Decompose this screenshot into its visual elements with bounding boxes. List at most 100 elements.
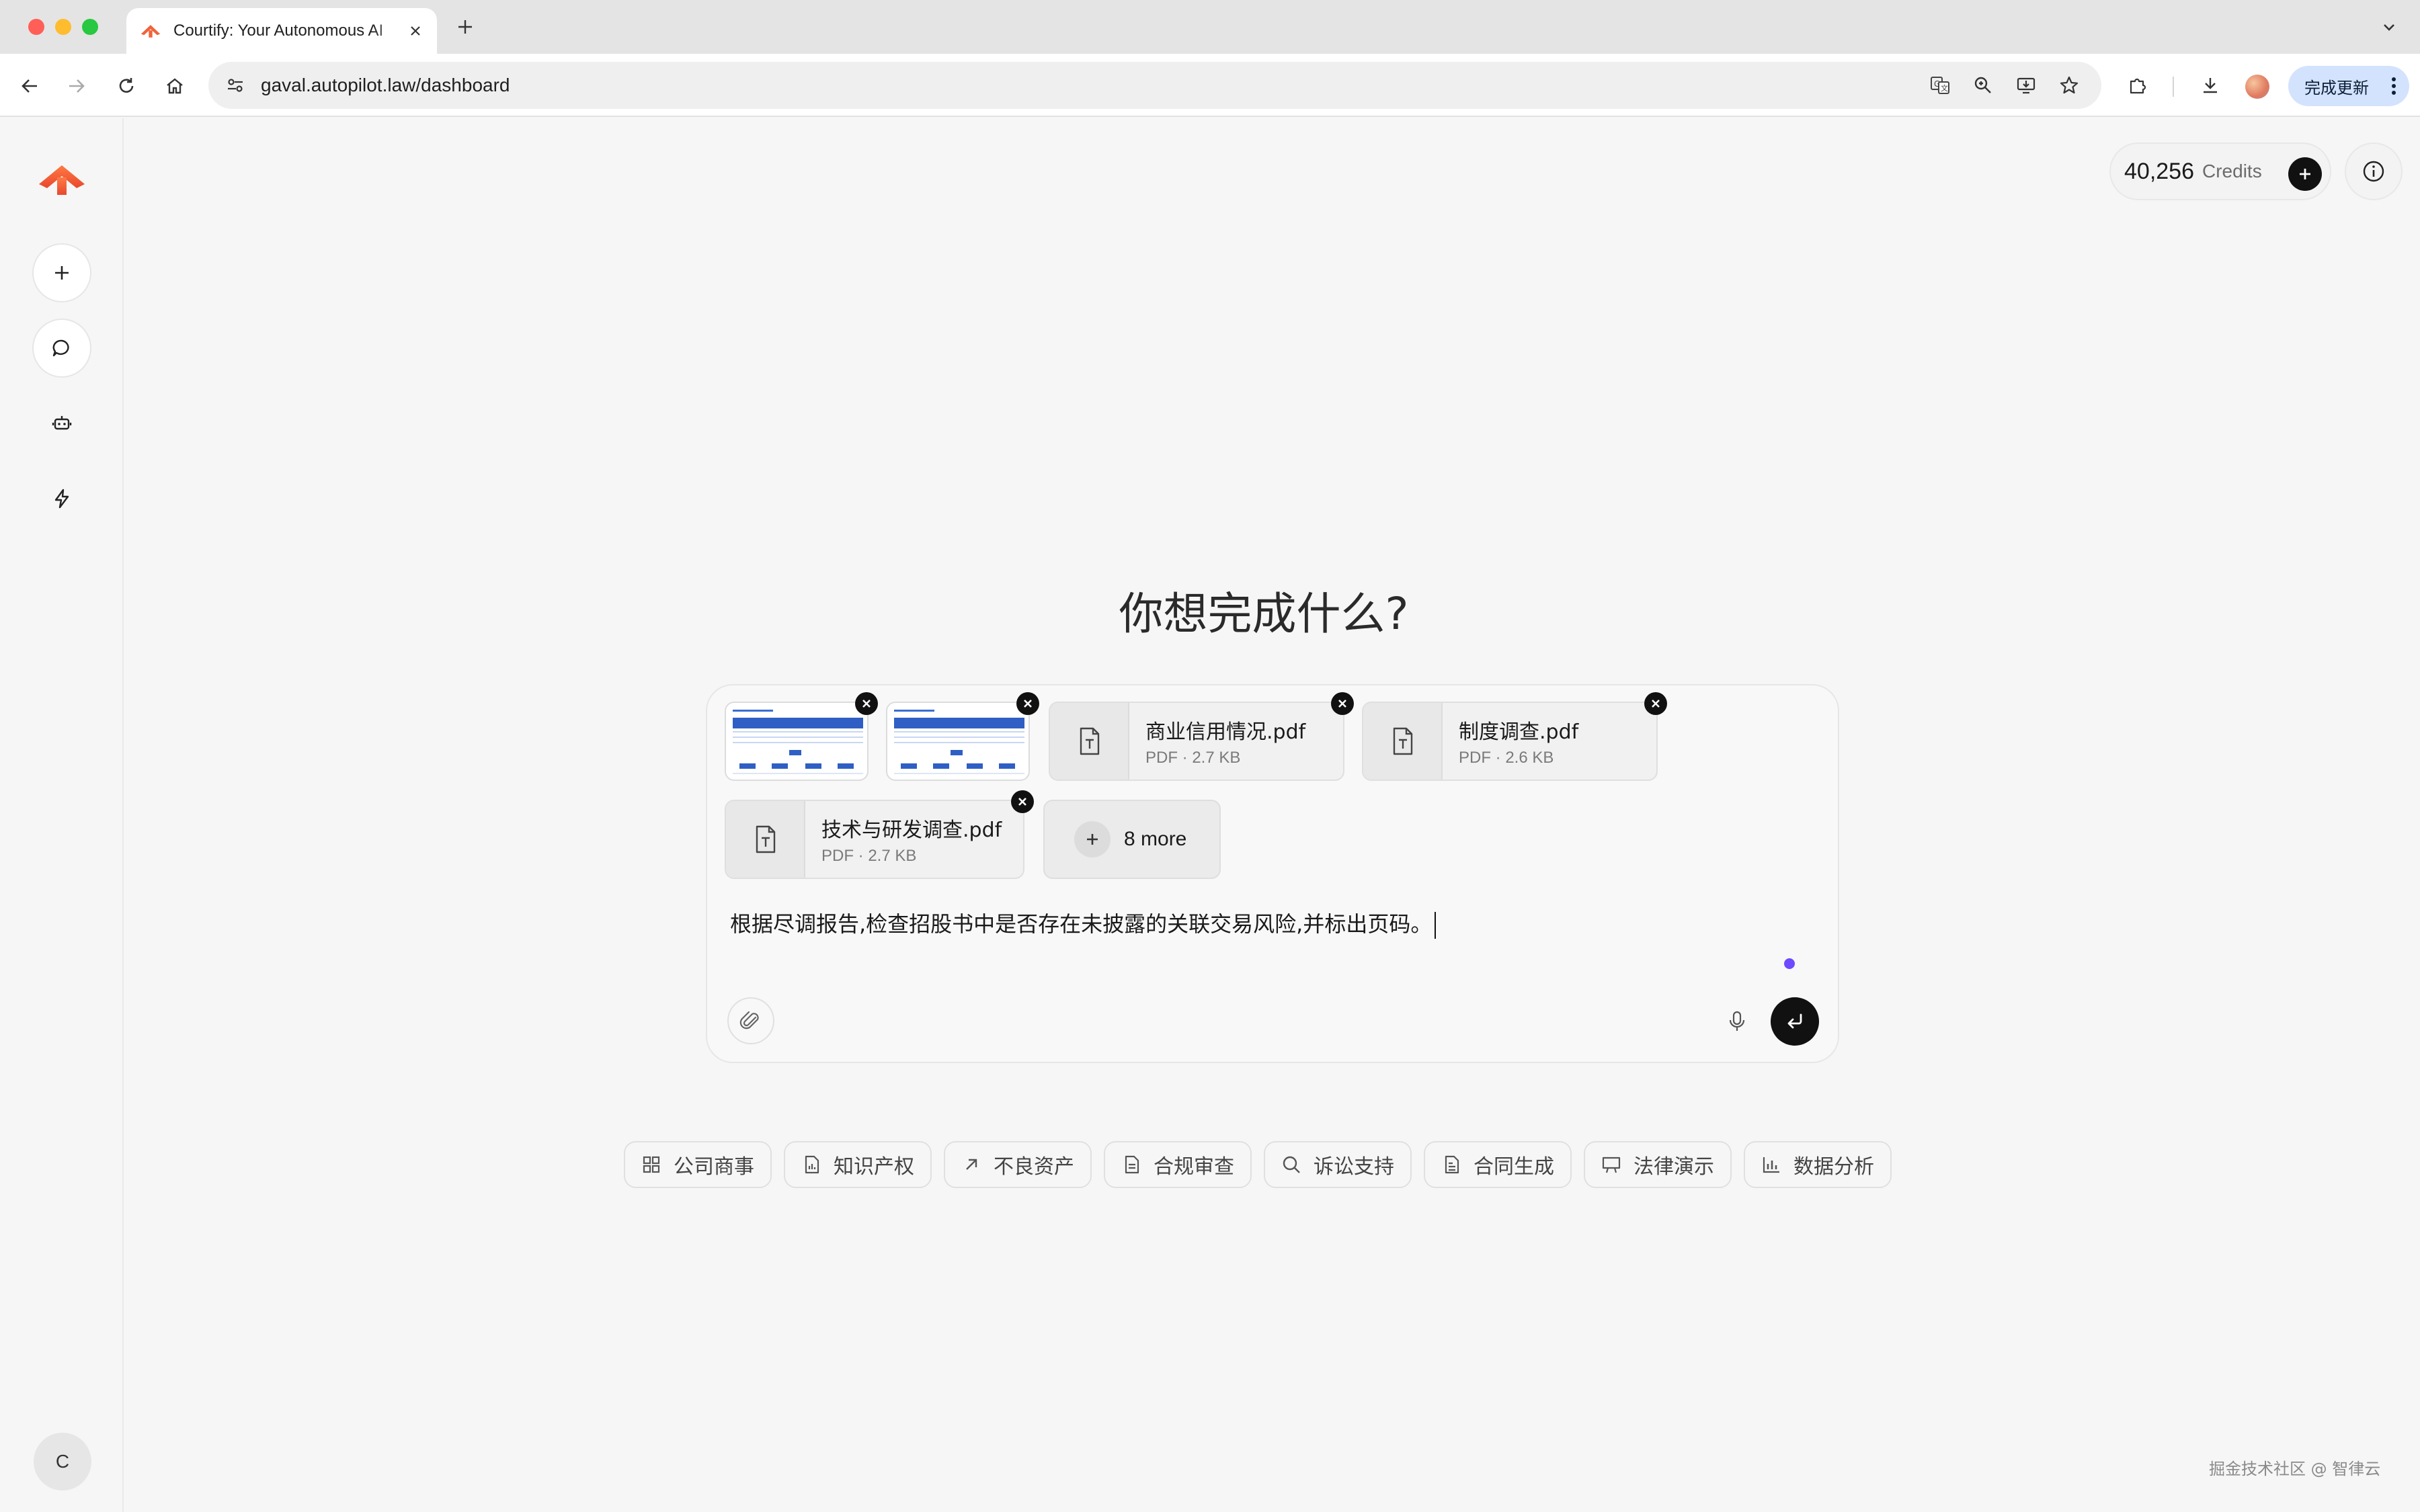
chip-data-analysis[interactable]: 数据分析 — [1744, 1141, 1892, 1188]
home-icon[interactable] — [160, 71, 190, 101]
file-card: 商业信用情况.pdf PDF · 2.7 KB — [1049, 702, 1344, 781]
file-text-icon — [726, 801, 805, 878]
chip-label: 法律演示 — [1634, 1155, 1714, 1179]
close-icon — [1024, 700, 1032, 708]
chip-label: 数据分析 — [1793, 1155, 1874, 1179]
chip-legal-presentation[interactable]: 法律演示 — [1584, 1141, 1732, 1188]
watermark-text: 掘金技术社区 @ 智律云 — [2209, 1460, 2381, 1478]
enter-arrow-icon — [1787, 1013, 1802, 1029]
chip-label: 诉讼支持 — [1314, 1155, 1394, 1179]
attachment-pdf-3[interactable]: 技术与研发调查.pdf PDF · 2.7 KB — [725, 790, 1034, 879]
courtify-logo-icon[interactable] — [38, 164, 86, 196]
window-close-button[interactable] — [28, 19, 44, 35]
translate-icon[interactable]: G文 — [1925, 71, 1955, 100]
reload-icon[interactable] — [112, 71, 141, 101]
close-icon — [862, 700, 871, 708]
file-name: 商业信用情况.pdf — [1145, 720, 1306, 744]
attachment-pdf-2[interactable]: 制度调查.pdf PDF · 2.6 KB — [1362, 692, 1667, 781]
prompt-input[interactable]: 根据尽调报告,检查招股书中是否存在未披露的关联交易风险,并标出页码。 — [730, 907, 1437, 939]
remove-attachment-button[interactable] — [1011, 790, 1034, 813]
remove-attachment-button[interactable] — [1644, 692, 1667, 715]
close-icon — [1652, 700, 1660, 708]
attachment-image-2[interactable] — [886, 692, 1039, 781]
close-icon — [1338, 700, 1346, 708]
profile-avatar[interactable] — [2245, 75, 2269, 99]
send-button[interactable] — [1771, 997, 1819, 1046]
chip-label: 知识产权 — [834, 1155, 914, 1179]
file-text-icon — [1363, 703, 1443, 780]
chat-button[interactable] — [32, 319, 91, 378]
robot-icon — [52, 416, 72, 430]
chip-label: 合同生成 — [1474, 1155, 1554, 1179]
microphone-icon — [1729, 1011, 1745, 1031]
chip-contract-generation[interactable]: 合同生成 — [1424, 1141, 1572, 1188]
bookmark-star-icon[interactable] — [2054, 71, 2084, 100]
tab-title: Courtify: Your Autonomous AI — [173, 22, 384, 40]
agent-button[interactable] — [32, 394, 91, 453]
bar-chart-icon — [1763, 1157, 1779, 1173]
image-thumbnail — [886, 702, 1030, 781]
info-icon — [2363, 161, 2384, 182]
chip-label: 合规审查 — [1154, 1155, 1234, 1179]
prompt-text: 根据尽调报告,检查招股书中是否存在未披露的关联交易风险,并标出页码。 — [730, 911, 1433, 937]
chip-compliance[interactable]: 合规审查 — [1104, 1141, 1252, 1188]
window-minimize-button[interactable] — [55, 19, 71, 35]
site-settings-icon[interactable] — [220, 71, 250, 100]
remove-attachment-button[interactable] — [1016, 692, 1039, 715]
document-chart-icon — [805, 1155, 819, 1174]
automation-button[interactable] — [32, 469, 91, 528]
credits-label: Credits — [2202, 161, 2262, 181]
remove-attachment-button[interactable] — [1331, 692, 1354, 715]
zoom-icon[interactable] — [1968, 71, 1998, 100]
paperclip-icon — [739, 1011, 759, 1030]
address-bar[interactable]: gaval.autopilot.law/dashboard G文 — [208, 62, 2101, 109]
document-lines-icon — [1445, 1155, 1459, 1174]
remove-attachment-button[interactable] — [855, 692, 878, 715]
close-icon — [1018, 798, 1026, 806]
add-credits-button[interactable] — [2288, 157, 2322, 191]
image-thumbnail — [725, 702, 869, 781]
chip-label: 公司商事 — [674, 1155, 754, 1179]
file-name: 制度调查.pdf — [1459, 720, 1579, 744]
attach-file-button[interactable] — [727, 997, 774, 1044]
search-icon — [1283, 1156, 1300, 1173]
chip-litigation[interactable]: 诉讼支持 — [1264, 1141, 1412, 1188]
more-attachments-button[interactable]: 8 more — [1043, 800, 1221, 879]
chat-bubble-icon — [52, 339, 69, 357]
plus-icon — [55, 266, 69, 280]
svg-text:文: 文 — [1941, 83, 1948, 93]
more-vertical-icon — [2392, 77, 2396, 95]
new-tab-icon[interactable] — [453, 15, 477, 39]
plus-icon — [2300, 169, 2310, 179]
forward-arrow-icon[interactable] — [62, 71, 91, 101]
install-app-icon[interactable] — [2011, 71, 2041, 100]
update-button[interactable]: 完成更新 — [2288, 66, 2409, 106]
window-zoom-button[interactable] — [82, 19, 98, 35]
tab-close-icon[interactable] — [406, 22, 425, 40]
downloads-icon[interactable] — [2195, 71, 2225, 100]
attachment-image-1[interactable] — [725, 692, 878, 781]
more-attachments-label: 8 more — [1124, 828, 1187, 850]
status-dot — [1784, 958, 1795, 969]
url-text[interactable]: gaval.autopilot.law/dashboard — [261, 75, 510, 96]
extensions-icon[interactable] — [2123, 71, 2152, 100]
arrow-up-right-icon — [966, 1159, 977, 1170]
chip-distressed-assets[interactable]: 不良资产 — [944, 1141, 1092, 1188]
chevron-down-icon[interactable] — [2377, 15, 2401, 39]
chip-ip[interactable]: 知识产权 — [784, 1141, 932, 1188]
back-arrow-icon[interactable] — [15, 71, 44, 101]
file-meta: PDF · 2.7 KB — [1145, 749, 1241, 767]
attachment-pdf-1[interactable]: 商业信用情况.pdf PDF · 2.7 KB — [1049, 692, 1354, 781]
file-text-icon — [1050, 703, 1129, 780]
new-task-button[interactable] — [32, 243, 91, 302]
chip-corporate[interactable]: 公司商事 — [624, 1141, 772, 1188]
grid-icon — [643, 1156, 660, 1173]
info-button[interactable] — [2345, 142, 2403, 200]
user-avatar[interactable]: C — [34, 1433, 91, 1490]
presentation-icon — [1602, 1157, 1621, 1173]
browser-tab-active[interactable]: Courtify: Your Autonomous AI — [126, 8, 437, 54]
file-card: 技术与研发调查.pdf PDF · 2.7 KB — [725, 800, 1024, 879]
user-initial: C — [55, 1451, 70, 1472]
left-sidebar: C — [0, 118, 124, 1512]
voice-input-button[interactable] — [1722, 1007, 1752, 1036]
